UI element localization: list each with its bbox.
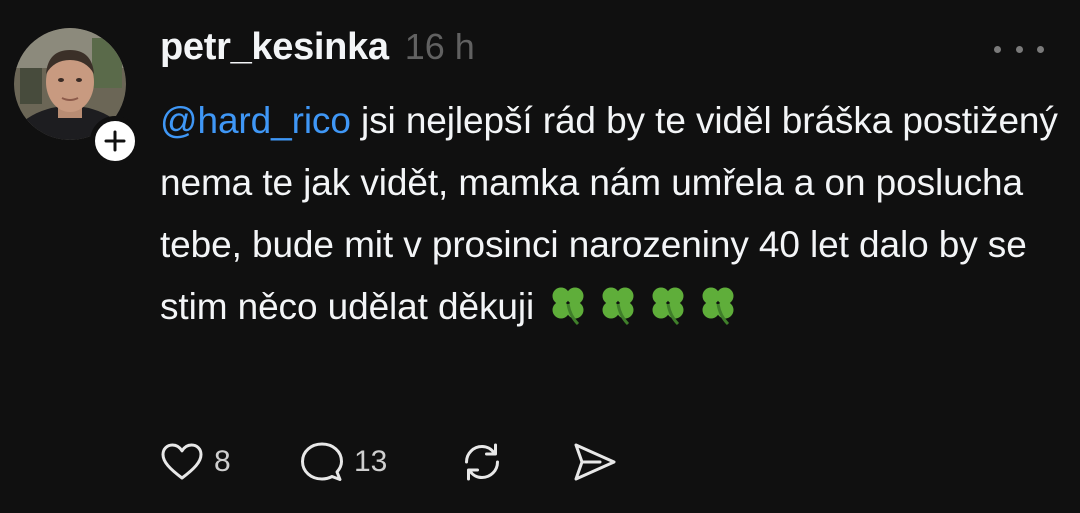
thread-post: petr_kesinka 16 h @hard_rico jsi nejlepš… (0, 0, 1080, 513)
more-icon (994, 45, 1001, 53)
action-bar: 8 13 (160, 434, 632, 490)
mention-link[interactable]: @hard_rico (160, 100, 351, 141)
reply-button[interactable]: 13 (300, 441, 460, 483)
more-icon-dot (1037, 45, 1044, 53)
emoji-group (534, 286, 740, 327)
share-button[interactable] (572, 441, 632, 483)
follow-button[interactable] (90, 116, 140, 166)
like-count: 8 (214, 445, 231, 478)
post-text: @hard_rico jsi nejlepší rád by te viděl … (160, 90, 1060, 338)
repost-icon (465, 443, 499, 481)
plus-icon (104, 130, 126, 152)
username[interactable]: petr_kesinka (160, 26, 389, 69)
heart-icon (161, 443, 203, 480)
four-leaf-clover-icon (702, 287, 734, 326)
more-icon-dot (1015, 45, 1023, 53)
more-options-button[interactable] (994, 36, 1044, 62)
repost-button[interactable] (460, 440, 572, 484)
avatar-container (14, 28, 140, 166)
send-icon (574, 443, 616, 481)
post-header: petr_kesinka 16 h (160, 26, 475, 78)
four-leaf-clover-icon (552, 287, 584, 326)
four-leaf-clover-icon (652, 287, 684, 326)
four-leaf-clover-icon (602, 287, 634, 326)
reply-count: 13 (354, 445, 388, 478)
comment-icon (301, 442, 343, 481)
like-button[interactable]: 8 (160, 442, 300, 482)
timestamp: 16 h (404, 26, 475, 67)
